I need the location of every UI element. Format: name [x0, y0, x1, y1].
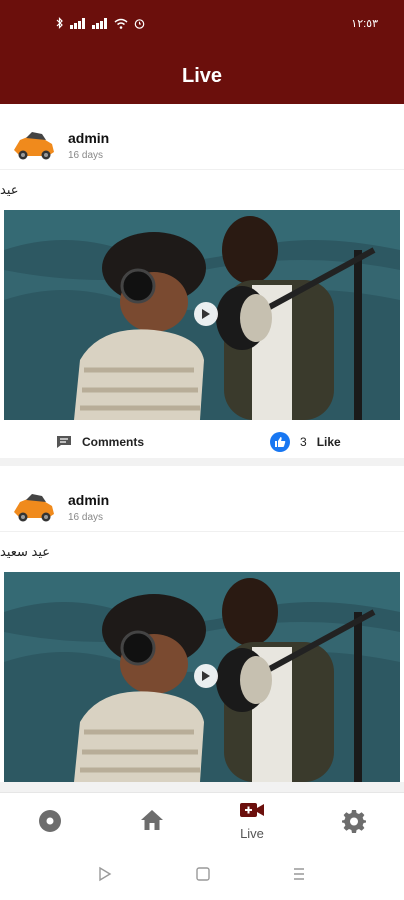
video-camera-icon — [240, 803, 264, 817]
comment-icon — [57, 436, 71, 448]
play-icon — [202, 671, 210, 681]
play-icon — [202, 309, 210, 319]
like-button[interactable]: 3 Like — [270, 432, 341, 452]
post-actions: Comments 3 Like — [0, 420, 404, 466]
signal-icon — [70, 17, 85, 29]
page-title: Live — [181, 64, 223, 87]
post-time: 16 days — [68, 150, 104, 161]
post-card: admin 16 days عيد سعيد — [0, 466, 404, 782]
nav-item-live[interactable]: Live — [222, 801, 282, 841]
post-text: عيد سعيد — [0, 544, 51, 559]
nav-item-disc[interactable] — [20, 809, 80, 838]
comments-button[interactable]: Comments — [56, 435, 144, 449]
feed[interactable]: admin 16 days عيد Comments 3 Like admin … — [0, 104, 404, 792]
disc-icon — [39, 810, 61, 832]
signal-icon-2 — [92, 17, 107, 29]
bluetooth-icon — [56, 17, 63, 29]
play-button[interactable] — [194, 664, 218, 688]
post-author[interactable]: admin — [68, 492, 109, 508]
status-bar: ١٢:٥٣ — [0, 0, 404, 48]
nav-item-settings[interactable] — [324, 809, 384, 838]
video-thumbnail[interactable] — [4, 210, 400, 420]
nav-live-label: Live — [240, 826, 264, 841]
home-system-button[interactable] — [195, 866, 211, 887]
app-header: Live — [0, 48, 404, 104]
alarm-icon — [134, 18, 145, 29]
menu-lines-icon — [294, 868, 304, 880]
like-count: 3 — [300, 435, 307, 449]
post-author[interactable]: admin — [68, 130, 109, 146]
avatar[interactable] — [12, 126, 56, 162]
status-time: ١٢:٥٣ — [351, 18, 378, 30]
post-text: عيد — [0, 182, 19, 197]
post-time: 16 days — [68, 512, 104, 523]
home-icon — [141, 810, 163, 830]
like-label: Like — [316, 435, 341, 449]
back-button[interactable] — [97, 866, 113, 887]
wifi-icon — [114, 18, 128, 29]
post-card: admin 16 days عيد Comments 3 Like — [0, 104, 404, 466]
back-triangle-icon — [99, 866, 112, 882]
recents-button[interactable] — [291, 866, 307, 887]
status-icons — [56, 17, 145, 29]
bottom-nav: Live — [0, 792, 404, 852]
system-nav-bar — [0, 852, 404, 900]
gear-icon — [342, 810, 366, 833]
avatar[interactable] — [12, 488, 56, 524]
square-icon — [196, 867, 210, 881]
nav-item-home[interactable] — [122, 809, 182, 836]
video-thumbnail[interactable] — [4, 572, 400, 782]
thumbs-up-icon — [270, 432, 290, 452]
comments-label: Comments — [82, 435, 145, 449]
post-header: admin 16 days — [0, 104, 404, 170]
post-header: admin 16 days — [0, 466, 404, 532]
play-button[interactable] — [194, 302, 218, 326]
